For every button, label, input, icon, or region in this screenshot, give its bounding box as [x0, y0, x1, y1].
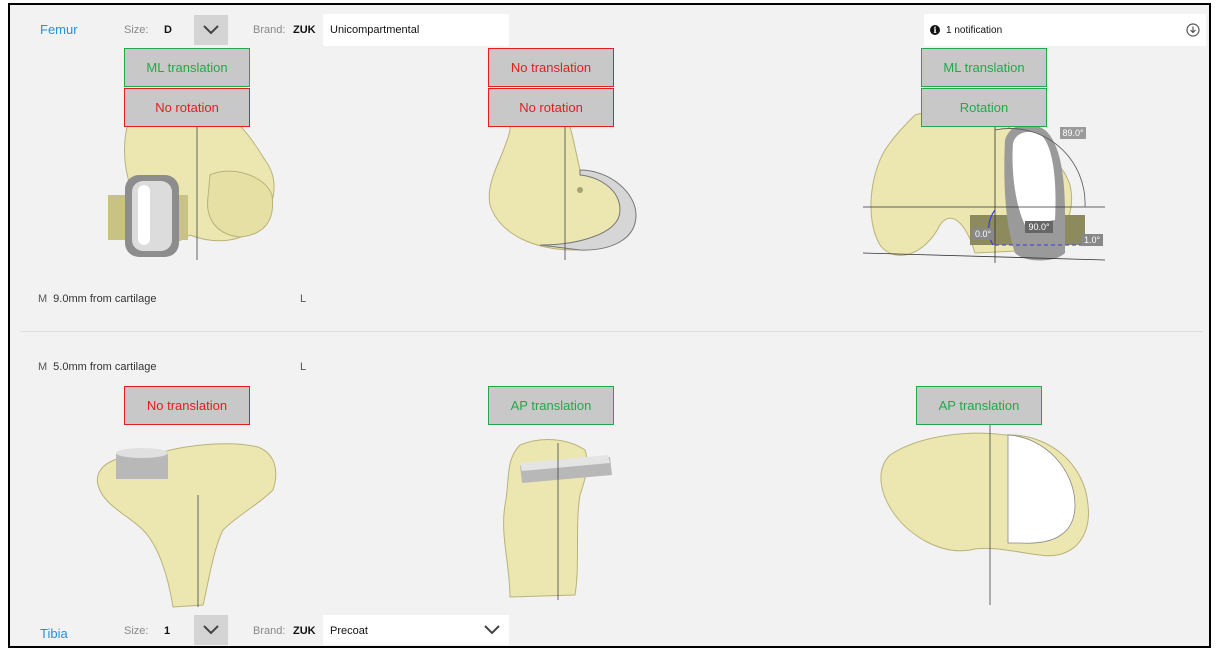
chevron-down-icon: [203, 625, 219, 635]
femur-implant-type-text: Unicompartmental: [330, 24, 420, 36]
femur-sagittal-rotation-status: No rotation: [488, 88, 614, 127]
tibia-title: Tibia: [40, 626, 68, 641]
tibia-coronal-view: [96, 443, 277, 608]
planning-panel: Femur Size: D Brand: ZUK Unicompartmenta…: [8, 3, 1211, 648]
info-icon: i: [930, 25, 940, 35]
section-divider: [20, 331, 1203, 332]
femur-distance-row: M 9.0mm from cartilage: [38, 293, 157, 305]
chevron-down-icon: [484, 625, 500, 635]
notification-bar[interactable]: i 1 notification: [924, 14, 1206, 46]
tibia-sagittal-translation-status: AP translation: [488, 386, 614, 425]
femur-size-dropdown-button[interactable]: [194, 15, 228, 45]
svg-text:1.0°: 1.0°: [1084, 235, 1101, 245]
tibia-implant-type-text: Precoat: [330, 625, 368, 637]
tibia-sagittal-view: [503, 439, 612, 600]
tibia-coronal-translation-status: No translation: [124, 386, 250, 425]
tibia-distance-row: M 5.0mm from cartilage: [38, 361, 157, 373]
femur-size-value[interactable]: D: [164, 24, 172, 36]
tibia-size-dropdown-button[interactable]: [194, 615, 228, 645]
femur-axial-translation-status: ML translation: [921, 48, 1047, 87]
femur-axial-rotation-status: Rotation: [921, 88, 1047, 127]
femur-coronal-translation-status: ML translation: [124, 48, 250, 87]
svg-text:90.0°: 90.0°: [1028, 222, 1050, 232]
tibia-size-value[interactable]: 1: [164, 625, 170, 637]
tibia-axial-view: [880, 425, 1089, 605]
tibia-brand-value: ZUK: [293, 625, 316, 637]
download-circle-icon[interactable]: [1186, 23, 1200, 37]
tibia-size-label: Size:: [124, 625, 149, 637]
femur-title: Femur: [40, 22, 78, 37]
tibia-implant-dropdown-button[interactable]: [475, 615, 509, 645]
femur-brand-value: ZUK: [293, 24, 316, 36]
svg-text:89.0°: 89.0°: [1062, 128, 1084, 138]
femur-lateral-marker: L: [300, 293, 307, 305]
notification-text: 1 notification: [946, 24, 1003, 36]
tibia-implant-type-field[interactable]: Precoat: [323, 615, 509, 645]
femur-coronal-rotation-status: No rotation: [124, 88, 250, 127]
tibia-brand-label: Brand:: [253, 625, 286, 637]
femur-sagittal-translation-status: No translation: [488, 48, 614, 87]
femur-size-label: Size:: [124, 24, 149, 36]
femur-brand-label: Brand:: [253, 24, 286, 36]
tibia-lateral-marker: L: [300, 361, 307, 373]
femur-implant-type-field[interactable]: Unicompartmental: [323, 14, 509, 46]
svg-text:0.0°: 0.0°: [975, 229, 992, 239]
chevron-down-icon: [203, 25, 219, 35]
tibia-axial-translation-status: AP translation: [916, 386, 1042, 425]
